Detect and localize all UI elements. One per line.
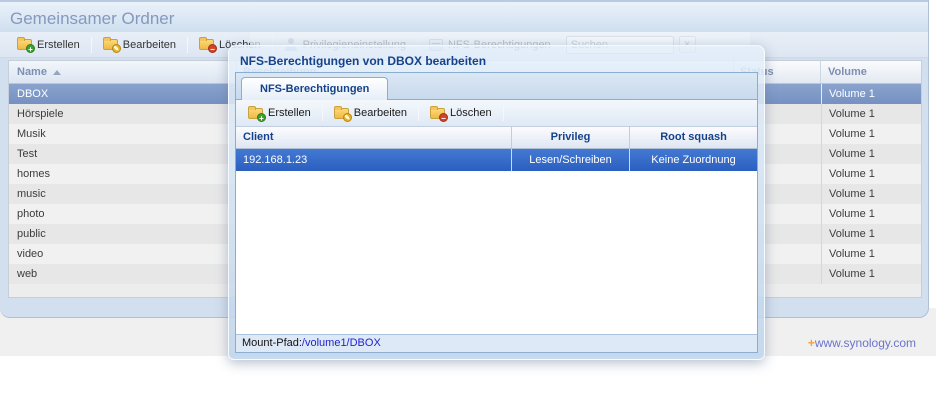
mount-path-label: Mount-Pfad: (242, 337, 302, 349)
tab-nfs-permissions[interactable]: NFS-Berechtigungen (241, 77, 388, 100)
dialog-table-empty-area (236, 171, 757, 334)
nfs-permissions-dialog: NFS-Berechtigungen von DBOX bearbeiten N… (228, 45, 765, 360)
dialog-edit-button-label: Bearbeiten (354, 107, 407, 119)
client-cell: 192.168.1.23 (236, 149, 512, 171)
toolbar-separator (91, 37, 92, 53)
toolbar-separator (418, 105, 419, 121)
column-header-name[interactable]: Name (9, 61, 237, 83)
root-squash-cell: Keine Zuordnung (630, 149, 757, 171)
synology-link[interactable]: +www.synology.com (808, 336, 916, 350)
dialog-create-button[interactable]: + Erstellen (243, 105, 316, 121)
dialog-tabstrip: NFS-Berechtigungen (236, 73, 757, 100)
column-header-root-squash[interactable]: Root squash (630, 127, 757, 148)
column-header-privilege[interactable]: Privileg (512, 127, 630, 148)
dialog-delete-button[interactable]: − Löschen (425, 105, 497, 121)
privilege-cell: Lesen/Schreiben (512, 149, 630, 171)
mount-path-value[interactable]: /volume1/DBOX (302, 337, 381, 349)
toolbar-separator (503, 105, 504, 121)
folder-add-icon: + (248, 108, 263, 119)
folder-remove-icon: − (430, 108, 445, 119)
mount-path-bar: Mount-Pfad:/volume1/DBOX (236, 334, 757, 352)
edit-button-label: Bearbeiten (123, 39, 176, 51)
folder-edit-icon: ✎ (103, 39, 118, 50)
dialog-create-button-label: Erstellen (268, 107, 311, 119)
column-header-volume[interactable]: Volume (821, 61, 921, 83)
page-title: Gemeinsamer Ordner (0, 2, 928, 29)
window-header: Gemeinsamer Ordner (0, 0, 928, 32)
folder-edit-icon: ✎ (334, 108, 349, 119)
folder-remove-icon: − (199, 39, 214, 50)
dialog-table-header: Client Privileg Root squash (236, 127, 757, 149)
dialog-body: NFS-Berechtigungen + Erstellen ✎ Bearbei… (235, 72, 758, 353)
create-button-label: Erstellen (37, 39, 80, 51)
dialog-delete-button-label: Löschen (450, 107, 492, 119)
edit-button[interactable]: ✎ Bearbeiten (98, 37, 181, 53)
plus-icon: + (808, 336, 815, 350)
dialog-title: NFS-Berechtigungen von DBOX bearbeiten (235, 51, 758, 72)
dialog-edit-button[interactable]: ✎ Bearbeiten (329, 105, 412, 121)
folder-add-icon: + (17, 39, 32, 50)
dialog-toolbar: + Erstellen ✎ Bearbeiten − Löschen (236, 100, 757, 127)
synology-url: www.synology.com (815, 336, 916, 350)
toolbar-separator (322, 105, 323, 121)
create-button[interactable]: + Erstellen (12, 37, 85, 53)
sort-ascending-icon (53, 70, 61, 75)
column-header-client[interactable]: Client (236, 127, 512, 148)
toolbar-separator (187, 37, 188, 53)
nfs-rule-row[interactable]: 192.168.1.23 Lesen/Schreiben Keine Zuord… (236, 149, 757, 171)
